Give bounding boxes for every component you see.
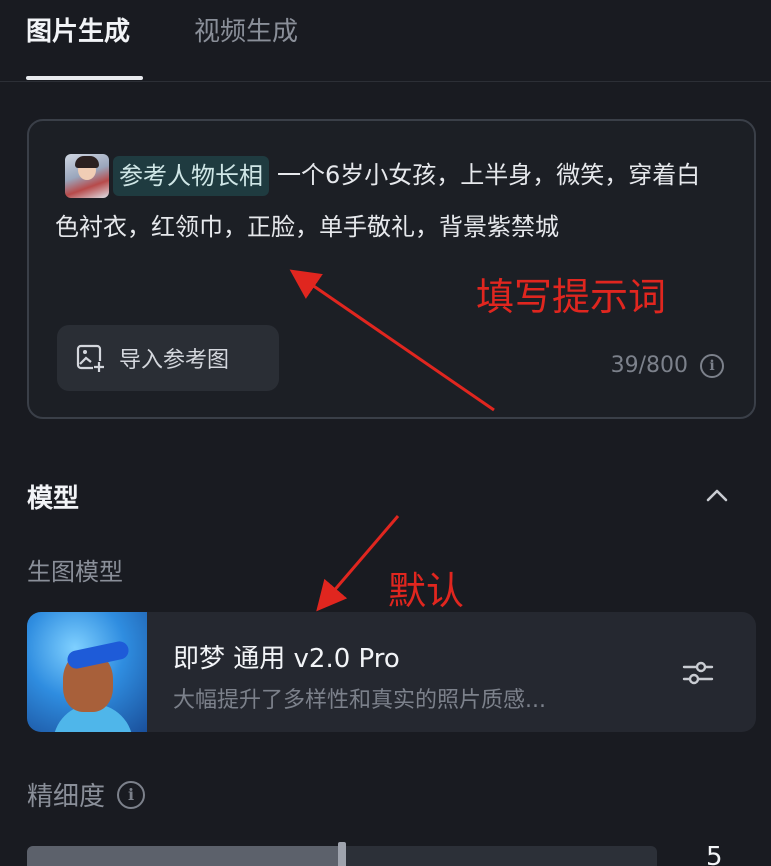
fineness-slider[interactable] — [27, 842, 657, 866]
annotation-fill-prompt: 填写提示词 — [476, 275, 667, 319]
fineness-value: 5 — [706, 842, 723, 866]
chevron-up-icon[interactable] — [704, 484, 730, 506]
image-import-icon — [76, 344, 105, 373]
tab-video-generation[interactable]: 视频生成 — [194, 14, 298, 50]
prompt-input-box[interactable]: 参考人物长相 一个6岁小女孩，上半身，微笑，穿着白色衬衣，红领巾，正脸，单手敬礼，… — [27, 119, 756, 419]
tab-bar: 图片生成 视频生成 — [0, 0, 771, 82]
import-reference-button[interactable]: 导入参考图 — [57, 325, 279, 391]
image-model-label: 生图模型 — [27, 558, 123, 586]
model-name: 即梦 通用 v2.0 Pro — [173, 644, 400, 674]
reference-person-thumbnail — [65, 154, 109, 198]
slider-fill — [27, 846, 342, 866]
character-counter: 39/800 i — [611, 353, 724, 378]
prompt-text-area[interactable]: 参考人物长相 一个6岁小女孩，上半身，微笑，穿着白色衬衣，红领巾，正脸，单手敬礼，… — [55, 149, 705, 253]
model-section-title: 模型 — [27, 484, 80, 514]
reference-tag[interactable]: 参考人物长相 — [113, 156, 269, 196]
sliders-icon[interactable] — [681, 656, 715, 690]
info-icon[interactable]: i — [117, 780, 146, 809]
tab-image-generation[interactable]: 图片生成 — [26, 14, 130, 50]
annotation-default: 默认 — [388, 569, 465, 613]
import-reference-label: 导入参考图 — [119, 348, 230, 373]
fineness-label-text: 精细度 — [27, 782, 106, 812]
counter-value: 39/800 — [610, 353, 688, 378]
info-icon[interactable]: i — [700, 353, 724, 378]
fineness-label: 精细度 i — [27, 776, 146, 813]
model-selector-card[interactable]: 即梦 通用 v2.0 Pro 大幅提升了多样性和真实的照片质感... — [27, 612, 756, 732]
model-description: 大幅提升了多样性和真实的照片质感... — [173, 688, 546, 713]
slider-handle[interactable] — [338, 842, 346, 866]
active-tab-indicator — [26, 76, 143, 80]
model-thumbnail — [27, 612, 147, 732]
